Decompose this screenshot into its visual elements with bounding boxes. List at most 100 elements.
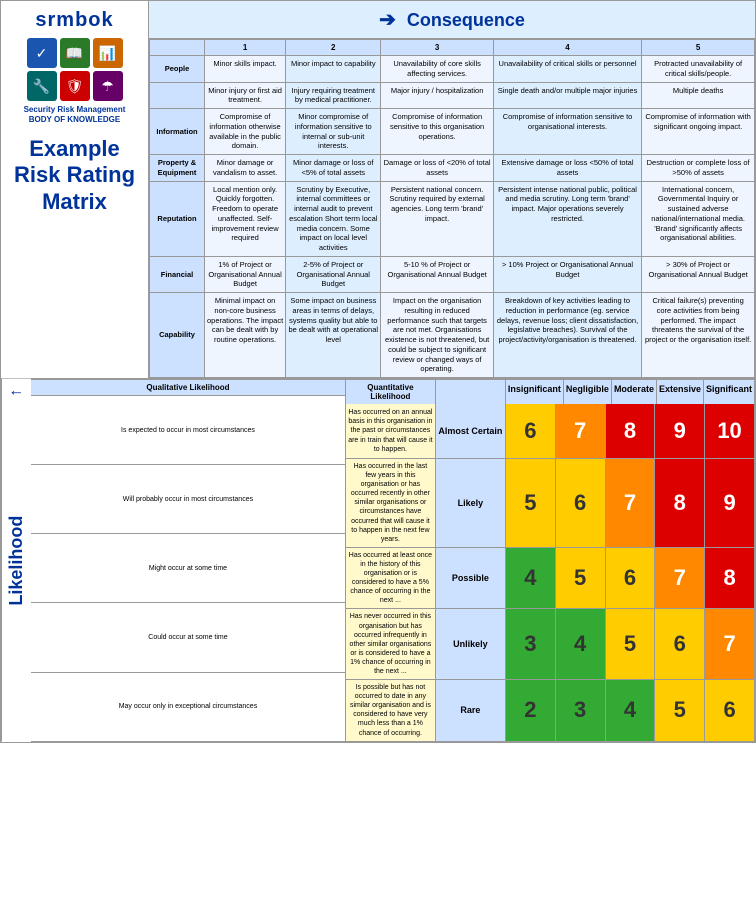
likelihood-name-1: Likely: [436, 459, 506, 548]
risk-cell-0-3: 9: [655, 404, 705, 459]
consequence-cell-1-4: Multiple deaths: [642, 82, 755, 109]
matrix-row-3: Has never occurred in this organisation …: [346, 609, 755, 680]
main-title: Example Risk Rating Matrix: [14, 136, 135, 215]
likelihood-name-4: Rare: [436, 680, 506, 742]
likelihood-name-header: [436, 379, 506, 404]
consequence-cell-2-2: Compromise of information sensitive to t…: [381, 109, 493, 155]
risk-cell-4-2: 4: [606, 680, 656, 742]
consequence-cell-0-2: Unavailability of core skills affecting …: [381, 56, 493, 83]
risk-cell-3-0: 3: [506, 609, 556, 680]
risk-cell-2-3: 7: [655, 548, 705, 610]
consequence-cell-1-2: Major injury / hospitalization: [381, 82, 493, 109]
quant-cell-2: Has occurred at least once in the histor…: [346, 548, 436, 610]
consequence-cell-3-2: Damage or loss of <20% of total assets: [381, 155, 493, 182]
row-header-empty: [150, 40, 205, 56]
consequence-cell-2-1: Minor compromise of information sensitiv…: [286, 109, 381, 155]
likelihood-name-0: Almost Certain: [436, 404, 506, 459]
consequence-row-header-4: Reputation: [150, 181, 205, 256]
risk-cell-2-0: 4: [506, 548, 556, 610]
consequence-cell-0-4: Protracted unavailability of critical sk…: [642, 56, 755, 83]
likelihood-arrow-icon: ↑: [8, 389, 26, 397]
consequence-row-header-3: Property & Equipment: [150, 155, 205, 182]
icon-check: ✓: [27, 38, 57, 68]
col-header-3: 3: [381, 40, 493, 56]
logo-icons: ✓ 📖 📊 🔧 🛡 ☂: [27, 38, 123, 101]
risk-cell-3-4: 7: [705, 609, 755, 680]
left-panel: srmbok ✓ 📖 📊 🔧 🛡 ☂ Security Risk Managem…: [0, 0, 148, 379]
bottom-section: Likelihood ↑ Qualitative Likelihood Is e…: [0, 379, 756, 743]
consequence-arrow-icon: ➔: [379, 7, 396, 32]
risk-cell-4-4: 6: [705, 680, 755, 742]
consequence-cell-3-0: Minor damage or vandalism to asset.: [205, 155, 286, 182]
matrix-rows: Has occurred on an annual basis in this …: [346, 404, 755, 742]
col-header-5: 5: [642, 40, 755, 56]
likelihood-name-3: Unlikely: [436, 609, 506, 680]
risk-cell-0-2: 8: [606, 404, 656, 459]
consequence-cell-4-0: Local mention only. Quickly forgotten. F…: [205, 181, 286, 256]
matrix-row-2: Has occurred at least once in the histor…: [346, 548, 755, 610]
consequence-cell-2-4: Compromise of information with significa…: [642, 109, 755, 155]
col-negligible: Negligible: [564, 379, 612, 404]
risk-cell-0-4: 10: [705, 404, 755, 459]
consequence-cell-0-1: Minor impact to capability: [286, 56, 381, 83]
consequence-row-header-2: Information: [150, 109, 205, 155]
icon-book: 📖: [60, 38, 90, 68]
col-header-4: 4: [493, 40, 641, 56]
consequence-cell-4-2: Persistent national concern. Scrutiny re…: [381, 181, 493, 256]
col-header-1: 1: [205, 40, 286, 56]
consequence-table: 1 2 3 4 5 PeopleMinor skills impact.Mino…: [149, 39, 755, 378]
qual-cell-0: Is expected to occur in most circumstanc…: [31, 396, 346, 465]
risk-cell-2-2: 6: [606, 548, 656, 610]
risk-cell-1-1: 6: [556, 459, 606, 548]
icon-shield: 🛡: [60, 71, 90, 101]
qual-cell-1: Will probably occur in most circumstance…: [31, 465, 346, 534]
risk-cell-4-3: 5: [655, 680, 705, 742]
consequence-cell-3-1: Minor damage or loss of <5% of total ass…: [286, 155, 381, 182]
matrix-col-headers: Insignificant Negligible Moderate Extens…: [506, 379, 755, 404]
col-extensive: Extensive: [657, 379, 704, 404]
risk-cell-1-0: 5: [506, 459, 556, 548]
subtitle: Security Risk ManagementBODY OF KNOWLEDG…: [24, 105, 126, 126]
qual-cell-2: Might occur at some time: [31, 534, 346, 603]
risk-cell-4-0: 2: [506, 680, 556, 742]
consequence-header: ➔ Consequence: [149, 1, 755, 39]
consequence-cell-5-4: > 30% of Project or Organisational Annua…: [642, 256, 755, 292]
consequence-cell-5-3: > 10% Project or Organisational Annual B…: [493, 256, 641, 292]
quant-cell-0: Has occurred on an annual basis in this …: [346, 404, 436, 459]
logo-text: srmbok: [35, 9, 113, 32]
consequence-cell-1-0: Minor injury or first aid treatment.: [205, 82, 286, 109]
quant-cell-1: Has occurred in the last few years in th…: [346, 459, 436, 548]
consequence-cell-5-0: 1% of Project or Organisational Annual B…: [205, 256, 286, 292]
consequence-cell-4-3: Persistent intense national public, poli…: [493, 181, 641, 256]
main-container: srmbok ✓ 📖 📊 🔧 🛡 ☂ Security Risk Managem…: [0, 0, 756, 743]
consequence-row-header-6: Capability: [150, 293, 205, 378]
qual-header: Qualitative Likelihood: [31, 379, 346, 396]
consequence-cell-6-3: Breakdown of key activities leading to r…: [493, 293, 641, 378]
consequence-cell-1-3: Single death and/or multiple major injur…: [493, 82, 641, 109]
col-insignificant: Insignificant: [506, 379, 564, 404]
risk-cell-0-1: 7: [556, 404, 606, 459]
consequence-row-header-1: [150, 82, 205, 109]
quant-cell-3: Has never occurred in this organisation …: [346, 609, 436, 680]
consequence-cell-6-4: Critical failure(s) preventing core acti…: [642, 293, 755, 378]
qualitative-col: Qualitative Likelihood Is expected to oc…: [31, 379, 346, 742]
icon-ladder: 🔧: [27, 71, 57, 101]
col-moderate: Moderate: [612, 379, 657, 404]
consequence-cell-3-3: Extensive damage or loss <50% of total a…: [493, 155, 641, 182]
consequence-row-header-0: People: [150, 56, 205, 83]
qual-cell-4: May occur only in exceptional circumstan…: [31, 673, 346, 742]
consequence-cell-0-0: Minor skills impact.: [205, 56, 286, 83]
risk-cell-3-2: 5: [606, 609, 656, 680]
likelihood-name-2: Possible: [436, 548, 506, 610]
col-significant: Significant: [704, 379, 755, 404]
consequence-cell-5-1: 2-5% of Project or Organisational Annual…: [286, 256, 381, 292]
consequence-cell-4-4: International concern, Governmental Inqu…: [642, 181, 755, 256]
col-header-2: 2: [286, 40, 381, 56]
risk-cell-2-4: 8: [705, 548, 755, 610]
matrix-row-0: Has occurred on an annual basis in this …: [346, 404, 755, 459]
risk-cell-2-1: 5: [556, 548, 606, 610]
matrix-row-1: Has occurred in the last few years in th…: [346, 459, 755, 548]
quant-header: Quantitative Likelihood: [346, 379, 436, 404]
consequence-cell-1-1: Injury requiring treatment by medical pr…: [286, 82, 381, 109]
consequence-cell-6-0: Minimal impact on non-core business oper…: [205, 293, 286, 378]
